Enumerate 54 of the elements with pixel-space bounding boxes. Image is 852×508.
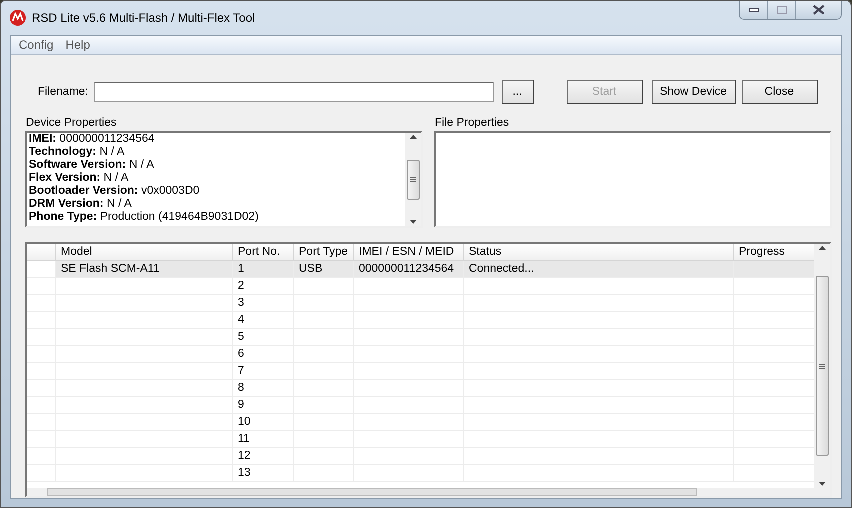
table-cell: 13 xyxy=(233,465,294,482)
property-line: Software Version: N / A xyxy=(29,159,156,172)
menu-item[interactable]: Config xyxy=(19,38,54,52)
panel-title: File Properties xyxy=(434,117,510,129)
table-cell: 2 xyxy=(233,278,294,295)
filename-field[interactable] xyxy=(94,82,494,102)
property-line: Phone Type: Production (419464B9031D02) xyxy=(29,211,260,224)
table-cell: 1 xyxy=(233,261,294,278)
property-line: Technology: N / A xyxy=(29,146,126,159)
browse-button[interactable]: ... xyxy=(502,80,534,104)
table-cell: Connected... xyxy=(464,261,734,278)
column-header[interactable]: IMEI / ESN / MEID xyxy=(354,244,464,261)
table-cell: 12 xyxy=(233,448,294,465)
grip-icon xyxy=(410,177,416,182)
property-line: IMEI: 000000011234564 xyxy=(29,133,156,146)
close-icon xyxy=(812,5,824,15)
action-button[interactable]: Close xyxy=(742,80,818,104)
scroll-up-icon[interactable] xyxy=(410,135,416,139)
table-cell: USB xyxy=(294,261,354,278)
column-header[interactable]: Port No. xyxy=(233,244,294,261)
table-cell: 5 xyxy=(233,329,294,346)
table-cell: 10 xyxy=(233,414,294,431)
menu-item[interactable]: Help xyxy=(66,38,90,52)
table-cell: 9 xyxy=(233,397,294,414)
scroll-down-icon[interactable] xyxy=(818,482,826,486)
grip-icon xyxy=(819,364,825,368)
horizontal-scrollbar[interactable] xyxy=(27,488,830,496)
table-cell: 8 xyxy=(233,380,294,397)
maximize-icon xyxy=(776,6,786,14)
minimize-icon xyxy=(748,8,758,12)
property-line: DRM Version: N / A xyxy=(29,198,133,211)
filename-label: Filename: xyxy=(38,86,88,98)
table-cell: 4 xyxy=(233,312,294,329)
column-header[interactable]: Port Type xyxy=(294,244,354,261)
table-cell: 11 xyxy=(233,431,294,448)
table-cell: 000000011234564 xyxy=(354,261,464,278)
column-header[interactable]: Progress xyxy=(734,244,814,261)
vertical-scrollbar[interactable] xyxy=(814,244,830,488)
minimize-button[interactable] xyxy=(740,1,767,19)
logo-icon xyxy=(10,10,26,26)
table-cell: 6 xyxy=(233,346,294,363)
scroll-up-icon[interactable] xyxy=(818,246,826,250)
property-line: Bootloader Version: v0x0003D0 xyxy=(29,185,201,198)
scroll-down-icon[interactable] xyxy=(410,220,416,224)
column-header[interactable]: Status xyxy=(464,244,734,261)
panel-title: Device Properties xyxy=(25,117,118,129)
table-cell: SE Flash SCM-A11 xyxy=(56,261,233,278)
table-cell: 3 xyxy=(233,295,294,312)
close-button[interactable] xyxy=(795,1,841,19)
column-header[interactable]: Model xyxy=(56,244,233,261)
property-line: Flex Version: N / A xyxy=(29,172,130,185)
action-button[interactable]: Show Device xyxy=(652,80,736,104)
window-title: RSD Lite v5.6 Multi-Flash / Multi-Flex Tool xyxy=(32,11,256,25)
table-cell: 7 xyxy=(233,363,294,380)
